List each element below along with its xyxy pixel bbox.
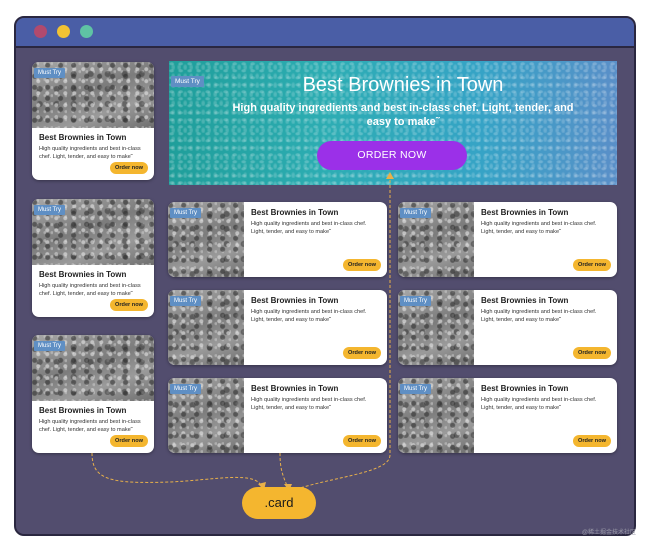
card-description: High quality ingredients and best in-cla… — [251, 221, 367, 235]
must-try-tag: Must Try — [34, 341, 66, 351]
card-description: High quality ingredients and best in-cla… — [481, 397, 597, 411]
card-title: Best Brownies in Town — [39, 133, 127, 142]
card-horizontal-3: Must Try Best Brownies in Town High qual… — [168, 378, 387, 453]
must-try-tag: Must Try — [400, 296, 432, 306]
card-horizontal-4: Must Try Best Brownies in Town High qual… — [398, 202, 617, 277]
order-now-button[interactable]: Order now — [573, 259, 611, 271]
hero-order-now-button[interactable]: ORDER NOW — [317, 141, 467, 170]
order-now-button[interactable]: Order now — [110, 435, 148, 447]
order-now-button[interactable]: Order now — [110, 299, 148, 311]
card-title: Best Brownies in Town — [251, 296, 339, 305]
order-now-button[interactable]: Order now — [110, 162, 148, 174]
card-title: Best Brownies in Town — [481, 296, 569, 305]
card-description: High quality ingredients and best in-cla… — [481, 221, 597, 235]
card-horizontal-6: Must Try Best Brownies in Town High qual… — [398, 378, 617, 453]
card-vertical-2: Must Try Best Brownies in Town High qual… — [32, 199, 154, 317]
order-now-button[interactable]: Order now — [573, 347, 611, 359]
card-title: Best Brownies in Town — [481, 208, 569, 217]
card-description: High quality ingredients and best in-cla… — [251, 309, 367, 323]
must-try-tag: Must Try — [170, 208, 202, 218]
card-title: Best Brownies in Town — [39, 406, 127, 415]
close-window-icon[interactable] — [34, 25, 47, 38]
card-title: Best Brownies in Town — [251, 384, 339, 393]
card-horizontal-5: Must Try Best Brownies in Town High qual… — [398, 290, 617, 365]
order-now-button[interactable]: Order now — [343, 259, 381, 271]
card-vertical-1: Must Try Best Brownies in Town High qual… — [32, 62, 154, 180]
must-try-tag: Must Try — [170, 384, 202, 394]
maximize-window-icon[interactable] — [80, 25, 93, 38]
card-title: Best Brownies in Town — [481, 384, 569, 393]
card-description: High quality ingredients and best in-cla… — [481, 309, 597, 323]
card-description: High quality ingredients and best in-cla… — [39, 146, 141, 160]
order-now-button[interactable]: Order now — [343, 347, 381, 359]
must-try-tag: Must Try — [400, 384, 432, 394]
card-description: High quality ingredients and best in-cla… — [39, 419, 141, 433]
card-vertical-3: Must Try Best Brownies in Town High qual… — [32, 335, 154, 453]
order-now-button[interactable]: Order now — [573, 435, 611, 447]
minimize-window-icon[interactable] — [57, 25, 70, 38]
card-title: Best Brownies in Town — [251, 208, 339, 217]
card-class-label: .card — [242, 487, 316, 519]
window-titlebar — [16, 18, 634, 48]
card-horizontal-2: Must Try Best Brownies in Town High qual… — [168, 290, 387, 365]
order-now-button[interactable]: Order now — [343, 435, 381, 447]
watermark-text: @稀土掘金技术社区 — [581, 530, 636, 536]
must-try-tag: Must Try — [170, 296, 202, 306]
hero-title: Best Brownies in Town — [302, 74, 504, 96]
hero-subtitle: High quality ingredients and best in-cla… — [232, 102, 574, 128]
hero-banner: Must Try Best Brownies in Town High qual… — [169, 61, 617, 185]
card-description: High quality ingredients and best in-cla… — [251, 397, 367, 411]
card-title: Best Brownies in Town — [39, 270, 127, 279]
must-try-tag: Must Try — [34, 68, 66, 78]
must-try-tag: Must Try — [400, 208, 432, 218]
must-try-tag: Must Try — [34, 205, 66, 215]
card-description: High quality ingredients and best in-cla… — [39, 283, 141, 297]
card-horizontal-1: Must Try Best Brownies in Town High qual… — [168, 202, 387, 277]
